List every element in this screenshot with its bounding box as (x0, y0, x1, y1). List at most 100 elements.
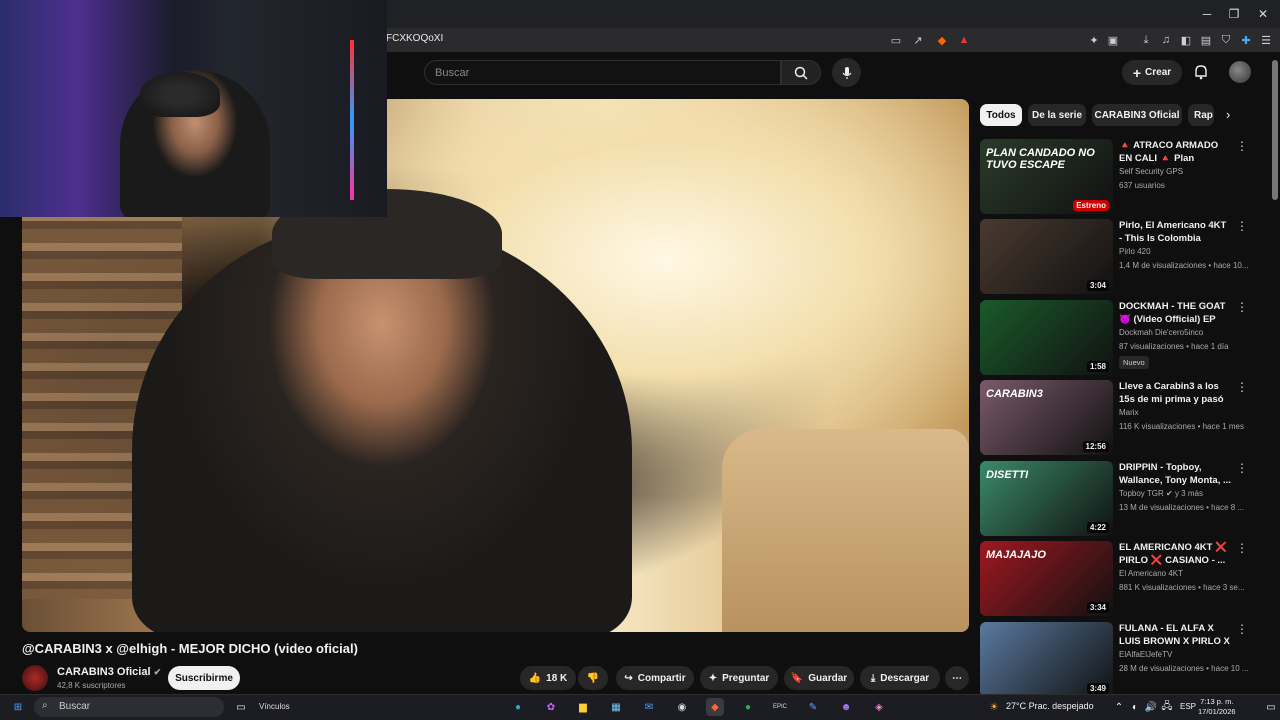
dislike-button[interactable]: 👎 (578, 666, 608, 690)
app-extra-icon[interactable]: ◈ (870, 698, 888, 716)
menu-icon[interactable]: ☰ (1258, 32, 1274, 48)
more-options-icon[interactable]: ⋮ (1236, 300, 1248, 314)
share-icon[interactable]: ↗ (910, 32, 926, 48)
video-thumbnail[interactable]: CARABIN3 12:56 (980, 380, 1113, 455)
create-button[interactable]: + Crear (1122, 60, 1182, 85)
more-actions-button[interactable]: ⋯ (945, 666, 969, 690)
video-thumbnail[interactable]: PLAN CANDADO NO TUVO ESCAPE Estreno (980, 139, 1113, 214)
sidebar-icon[interactable]: ◧ (1178, 32, 1194, 48)
language-indicator[interactable]: ESP (1180, 702, 1196, 711)
channel-avatar[interactable] (22, 665, 48, 691)
vpn-icon[interactable]: ⛉ (1218, 32, 1234, 48)
recommendation-item[interactable]: DISETTI 4:22 DRIPPIN - Topboy, Wallance, T… (980, 461, 1248, 537)
voice-search-button[interactable] (832, 58, 861, 87)
notification-center-icon[interactable]: ▭ (1262, 698, 1280, 716)
channel-name[interactable]: CARABIN3 Oficial ✔ (57, 666, 161, 678)
recommendation-title[interactable]: DRIPPIN - Topboy, Wallance, Tony Monta, … (1119, 461, 1231, 487)
links-toolbar[interactable]: Vínculos (259, 702, 290, 711)
downloads-icon[interactable]: ⤓ (1138, 32, 1154, 48)
recommendation-channel[interactable]: El Americano 4KT (1119, 569, 1183, 578)
video-thumbnail[interactable]: MAJAJAJO 3:34 (980, 541, 1113, 616)
recommendation-item[interactable]: PLAN CANDADO NO TUVO ESCAPE Estreno 🔺 ATRA… (980, 139, 1248, 215)
edge-icon[interactable]: ● (509, 698, 527, 716)
recommendation-title[interactable]: EL AMERICANO 4KT ❌ PIRLO ❌ CASIANO - ... (1119, 541, 1231, 567)
extension-icon[interactable]: ✚ (1238, 32, 1254, 48)
more-options-icon[interactable]: ⋮ (1236, 461, 1248, 475)
more-options-icon[interactable]: ⋮ (1236, 380, 1248, 394)
recommendation-channel[interactable]: Self Security GPS (1119, 167, 1183, 176)
recommendation-channel[interactable]: Topboy TGR ✔ y 3 más (1119, 489, 1203, 498)
file-explorer-icon[interactable]: ▆ (574, 698, 592, 716)
scrollbar[interactable] (1272, 60, 1278, 200)
sparkle-icon: ✦ (708, 672, 718, 684)
app-icon[interactable]: ✎ (804, 698, 822, 716)
subscribe-button[interactable]: Suscribirme (168, 666, 240, 690)
like-button[interactable]: 👍 18 K (520, 666, 576, 690)
brave-browser-icon[interactable]: ◆ (706, 698, 724, 716)
recommendation-item[interactable]: CARABIN3 12:56 Lleve a Carabin3 a los 15s … (980, 380, 1248, 456)
clock[interactable]: 7:13 p. m. 17/01/2026 (1198, 697, 1236, 717)
recommendation-channel[interactable]: Pirlo 420 (1119, 247, 1151, 256)
share-label: Compartir (637, 672, 686, 684)
download-button[interactable]: ⤓ Descargar (860, 666, 940, 690)
notifications-button[interactable] (1191, 62, 1211, 82)
extensions-icon[interactable]: ✦ (1086, 32, 1102, 48)
mail-icon[interactable]: ✉ (640, 698, 658, 716)
brave-rewards-icon[interactable]: ▲ (956, 32, 972, 48)
search-input[interactable]: Buscar (424, 60, 781, 85)
brave-shield-icon[interactable]: ◆ (934, 32, 950, 48)
recommendation-channel[interactable]: Marix (1119, 408, 1139, 417)
recommendation-title[interactable]: DOCKMAH - THE GOAT 😈 (Video Official) EP… (1119, 300, 1231, 327)
save-button[interactable]: 🔖 Guardar (784, 666, 854, 690)
video-thumbnail[interactable]: 1:58 (980, 300, 1113, 375)
account-avatar[interactable] (1229, 61, 1251, 83)
chip-de-la-serie[interactable]: De la serie (1028, 104, 1086, 126)
taskbar-search[interactable]: ⌕ Buscar (34, 697, 224, 717)
copilot-icon[interactable]: ✿ (542, 698, 560, 716)
more-options-icon[interactable]: ⋮ (1236, 139, 1248, 153)
windows-start-icon[interactable]: ⊞ (9, 698, 27, 716)
verified-icon: ✔ (1166, 489, 1173, 498)
recommendation-channel[interactable]: ElAlfaElJefeTV (1119, 650, 1172, 659)
more-options-icon[interactable]: ⋮ (1236, 541, 1248, 555)
more-options-icon[interactable]: ⋮ (1236, 219, 1248, 233)
discord-icon[interactable]: ☻ (837, 698, 855, 716)
weather-text[interactable]: 27°C Prac. despejado (1006, 701, 1094, 711)
url-text[interactable]: FCXKOQoXI (386, 33, 443, 44)
recommendation-channel[interactable]: Dockmah Die'cero5inco (1119, 328, 1203, 337)
recommendation-title[interactable]: FULANA - EL ALFA X LUIS BROWN X PIRLO X … (1119, 622, 1231, 649)
video-thumbnail[interactable]: 3:04 (980, 219, 1113, 294)
recommendation-title[interactable]: Pirlo, El Americano 4KT - This Is Colomb… (1119, 219, 1231, 246)
network-icon[interactable]: 🖧 (1158, 698, 1176, 716)
chevron-right-icon[interactable]: › (1226, 107, 1230, 122)
more-options-icon[interactable]: ⋮ (1236, 622, 1248, 636)
recommendation-channel-name: Dockmah Die'cero5inco (1119, 328, 1204, 337)
video-thumbnail[interactable]: 3:49 (980, 622, 1113, 697)
media-icon[interactable]: ♫ (1158, 32, 1174, 48)
tab-search-icon[interactable]: ▣ (1105, 32, 1121, 48)
chip-carabin3-oficial[interactable]: CARABIN3 Oficial (1092, 104, 1182, 126)
recommendation-title[interactable]: 🔺 ATRACO ARMADO EN CALI 🔺 Plan Candado .… (1119, 139, 1231, 166)
video-thumbnail[interactable]: DISETTI 4:22 (980, 461, 1113, 536)
recommendation-item[interactable]: 3:49 FULANA - EL ALFA X LUIS BROWN X PIRL… (980, 622, 1249, 698)
recommendation-item[interactable]: 3:04 Pirlo, El Americano 4KT - This Is Co… (980, 219, 1249, 295)
task-view-icon[interactable]: ▭ (232, 698, 250, 716)
close-icon[interactable]: ✕ (1246, 0, 1280, 28)
recommendation-title[interactable]: Lleve a Carabin3 a los 15s de mi prima y… (1119, 380, 1231, 407)
ask-button[interactable]: ✦ Preguntar (700, 666, 778, 690)
clock-date: 17/01/2026 (1198, 707, 1236, 716)
video-frame-sofa (722, 429, 969, 632)
chip-todos[interactable]: Todos (980, 104, 1022, 126)
share-button[interactable]: ↪ Compartir (616, 666, 694, 690)
epic-games-icon[interactable]: EPIC (771, 698, 789, 716)
chip-rap[interactable]: Rap (1188, 104, 1214, 126)
recommendation-item[interactable]: 1:58 DOCKMAH - THE GOAT 😈 (Video Official… (980, 300, 1248, 376)
recommendation-item[interactable]: MAJAJAJO 3:34 EL AMERICANO 4KT ❌ PIRLO ❌ C… (980, 541, 1248, 617)
spotify-icon[interactable]: ● (739, 698, 757, 716)
search-button[interactable] (781, 60, 821, 85)
obs-icon[interactable]: ◉ (673, 698, 691, 716)
recommendation-channel-name: Self Security GPS (1119, 167, 1184, 176)
cast-icon[interactable]: ▭ (888, 32, 904, 48)
store-icon[interactable]: ▦ (607, 698, 625, 716)
wallet-icon[interactable]: ▤ (1198, 32, 1214, 48)
